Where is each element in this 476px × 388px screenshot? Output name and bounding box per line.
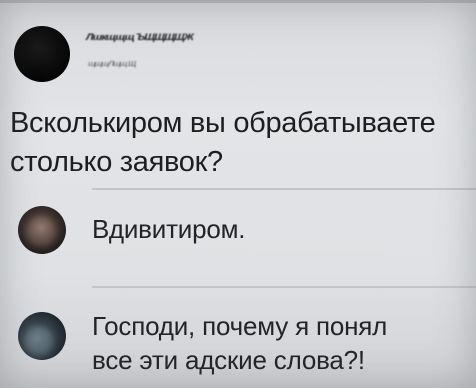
comment-avatar[interactable] (18, 206, 66, 254)
comment-text-line-1: Господи, почему я понял (92, 311, 388, 341)
comment-divider (92, 286, 476, 288)
comments-divider (92, 188, 476, 190)
post-text-line-2: столько заявок? (10, 146, 223, 178)
post-timestamp-text: щщщЛщщ Щ (88, 59, 136, 68)
avatar-photo (26, 216, 56, 246)
post-author-name[interactable]: Лшкщщщ ЪЩЩЩЩЖ (86, 29, 276, 45)
comment-text-line: Вдивитиром. (92, 214, 246, 244)
post-author-name-text: Лшкщщщ ЪЩЩЩЩЖ (86, 33, 194, 43)
comment-avatar[interactable] (18, 312, 66, 360)
comment-text-line-2: все эти адские слова?! (92, 345, 365, 375)
post-screen: Лшкщщщ ЪЩЩЩЩЖ щщщЛщщ Щ Всколькиром вы об… (0, 0, 476, 388)
comment-text: Вдивитиром. (92, 212, 472, 246)
avatar-photo (24, 326, 54, 356)
comment-text: Господи, почему я понял все эти адские с… (92, 309, 472, 377)
post-text-line-1: Всколькиром вы обрабатываете (10, 107, 436, 139)
post-text: Всколькиром вы обрабатываете столько зая… (10, 104, 470, 182)
post-author-avatar[interactable] (14, 26, 70, 82)
post-timestamp: щщщЛщщ Щ (88, 54, 208, 68)
top-divider (0, 0, 476, 3)
